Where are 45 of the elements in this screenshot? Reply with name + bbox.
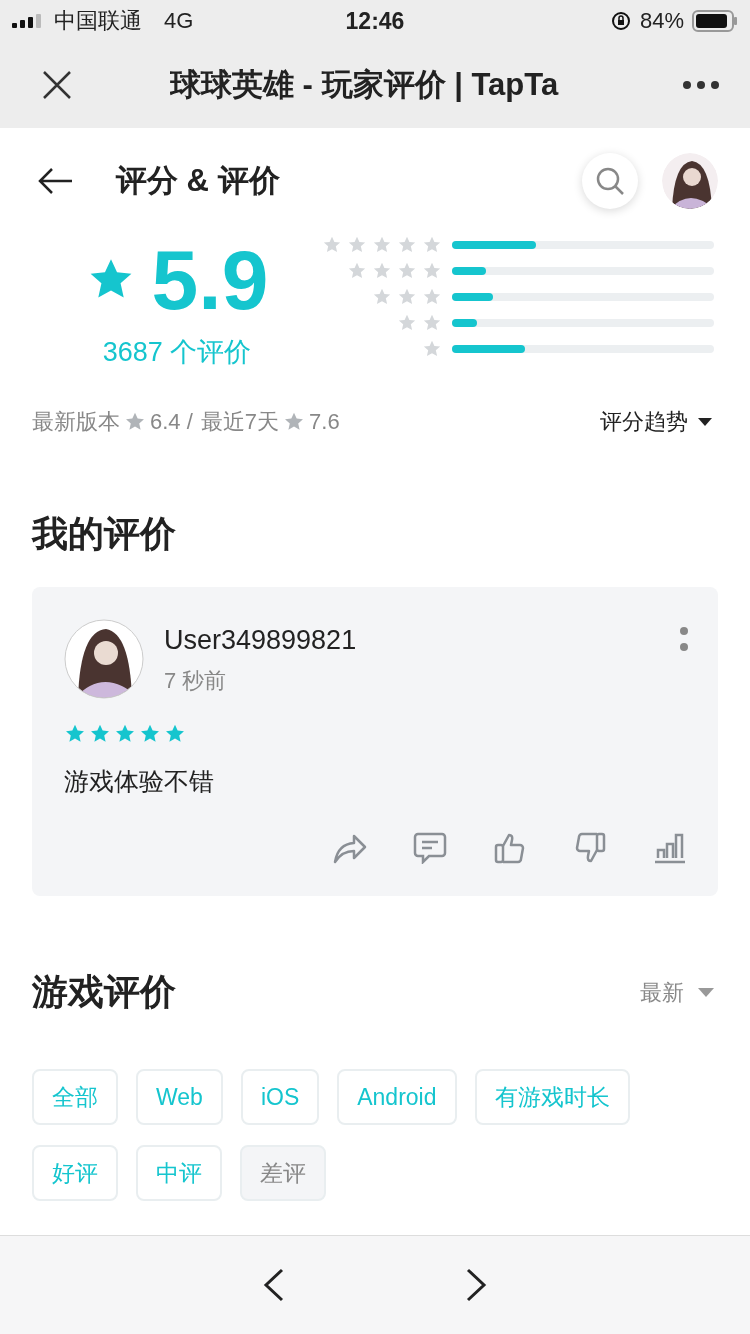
back-arrow-button[interactable] (263, 1268, 285, 1302)
review-text: 游戏体验不错 (64, 766, 215, 797)
rating-count: 3687 个评价 (102, 336, 252, 369)
filter-chip[interactable]: 好评 (32, 1145, 118, 1201)
filter-chip[interactable]: 有游戏时长 (474, 1069, 630, 1125)
version-label: 最新版本 (32, 408, 120, 436)
battery-icon (692, 10, 738, 32)
star-icon (124, 411, 146, 433)
version-score: 6.4 / (150, 409, 193, 435)
filter-chip[interactable]: iOS (240, 1069, 320, 1125)
recent-score: 7.6 (309, 409, 340, 435)
network-type: 4G (164, 8, 194, 34)
star-icon (114, 723, 136, 745)
user-name: User349899821 (164, 625, 357, 656)
filter-chip[interactable]: Web (136, 1069, 223, 1125)
star-icon (164, 723, 186, 745)
search-button[interactable] (582, 153, 638, 209)
rotation-lock-icon (609, 10, 632, 32)
sort-dropdown[interactable]: 最新 (640, 977, 714, 1008)
comment-button[interactable] (412, 830, 448, 866)
section-heading: 游戏评价 (32, 970, 176, 1014)
filter-chip[interactable]: 中评 (136, 1145, 222, 1201)
battery-percent: 84% (639, 8, 684, 34)
page-title: 球球英雄 - 玩家评价 | TapTa (170, 66, 560, 104)
forward-arrow-button[interactable] (465, 1268, 487, 1302)
page-heading: 评分 & 评价 (116, 162, 280, 200)
rating-score: 5.9 (151, 231, 269, 329)
review-time: 7 秒前 (164, 667, 228, 695)
star-icon (64, 723, 86, 745)
carrier-name: 中国联通 (54, 7, 142, 35)
trend-button[interactable]: 评分趋势 (600, 407, 712, 437)
filter-chip[interactable]: 全部 (32, 1069, 118, 1125)
more-button[interactable] (682, 80, 720, 90)
star-icon (89, 723, 111, 745)
back-button[interactable] (38, 167, 74, 195)
section-heading: 我的评价 (32, 512, 177, 556)
clock-time: 12:46 (345, 7, 405, 35)
filter-chip[interactable]: Android (337, 1069, 457, 1125)
star-icon (283, 411, 306, 433)
recent-label: 最近7天 (200, 408, 280, 436)
caret-icon (698, 988, 714, 997)
caret-icon (698, 418, 712, 426)
close-button[interactable] (42, 70, 72, 100)
search-icon (595, 166, 625, 196)
star-icon (139, 723, 161, 745)
